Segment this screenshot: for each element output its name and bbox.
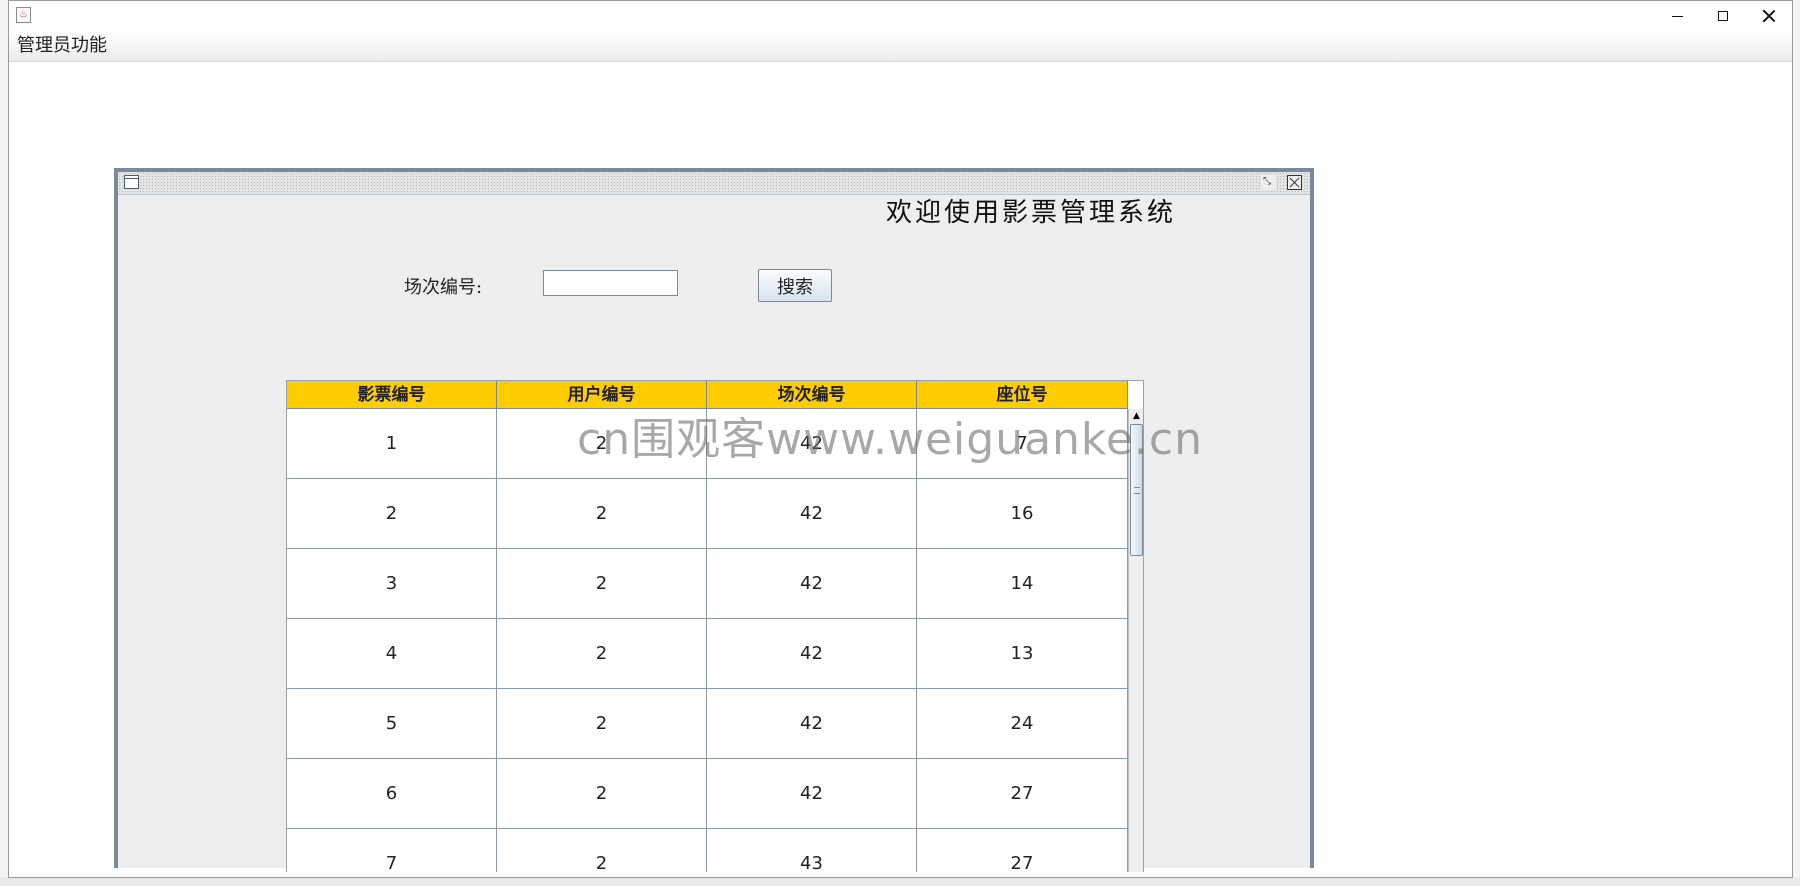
tickets-table: 影票编号 用户编号 场次编号 座位号 1 2 42 7 2 2 42 16 3 … xyxy=(286,380,1144,872)
cell-session-id[interactable]: 42 xyxy=(707,409,917,479)
minimize-button[interactable] xyxy=(1654,1,1700,31)
cell-session-id[interactable]: 42 xyxy=(707,689,917,759)
cell-user-id[interactable]: 2 xyxy=(497,549,707,619)
cell-session-id[interactable]: 42 xyxy=(707,759,917,829)
table-row[interactable]: 4 2 42 13 xyxy=(287,619,1128,689)
table-row[interactable]: 1 2 42 7 xyxy=(287,409,1128,479)
frame-restore-button[interactable]: ⤡ xyxy=(1261,175,1276,190)
table-row[interactable]: 3 2 42 14 xyxy=(287,549,1128,619)
cell-seat-number[interactable]: 27 xyxy=(917,829,1128,872)
cell-user-id[interactable]: 2 xyxy=(497,689,707,759)
table-header: 影票编号 用户编号 场次编号 座位号 xyxy=(287,381,1128,409)
column-header-user-id[interactable]: 用户编号 xyxy=(497,381,707,409)
taskbar-strip xyxy=(0,877,1800,886)
close-icon xyxy=(1762,9,1776,23)
cell-session-id[interactable]: 43 xyxy=(707,829,917,872)
maximize-icon xyxy=(1718,11,1728,21)
cell-user-id[interactable]: 2 xyxy=(497,829,707,872)
minimize-icon xyxy=(1671,15,1683,17)
column-header-session-id[interactable]: 场次编号 xyxy=(707,381,917,409)
session-id-label: 场次编号: xyxy=(404,277,483,298)
background-window-strip-right xyxy=(1792,0,1800,886)
menu-bar: 管理员功能 xyxy=(9,31,1792,62)
cell-seat-number[interactable]: 24 xyxy=(917,689,1128,759)
cell-user-id[interactable]: 2 xyxy=(497,619,707,689)
search-button[interactable]: 搜索 xyxy=(758,269,832,302)
scrollbar-grip-icon xyxy=(1134,487,1140,494)
cell-seat-number[interactable]: 27 xyxy=(917,759,1128,829)
title-bar[interactable]: ♨ xyxy=(9,1,1792,31)
cell-ticket-id[interactable]: 3 xyxy=(287,549,497,619)
table-body: 1 2 42 7 2 2 42 16 3 2 42 14 4 2 42 13 5… xyxy=(287,409,1128,872)
cell-session-id[interactable]: 42 xyxy=(707,479,917,549)
desktop-pane: ⤡ 欢迎使用影票管理系统 场次编号: 搜索 影票编号 用户编号 场次编号 座位号 xyxy=(9,67,1777,872)
table-row[interactable]: 5 2 42 24 xyxy=(287,689,1128,759)
maximize-button[interactable] xyxy=(1700,1,1746,31)
column-header-seat-number[interactable]: 座位号 xyxy=(917,381,1128,409)
cell-ticket-id[interactable]: 2 xyxy=(287,479,497,549)
table-vertical-scrollbar[interactable]: ▲ xyxy=(1128,409,1143,872)
cell-ticket-id[interactable]: 5 xyxy=(287,689,497,759)
close-button[interactable] xyxy=(1746,1,1792,31)
scroll-up-arrow-icon[interactable]: ▲ xyxy=(1129,409,1143,423)
cell-seat-number[interactable]: 7 xyxy=(917,409,1128,479)
frame-close-icon xyxy=(1288,176,1301,189)
cell-ticket-id[interactable]: 7 xyxy=(287,829,497,872)
cell-user-id[interactable]: 2 xyxy=(497,409,707,479)
cell-seat-number[interactable]: 13 xyxy=(917,619,1128,689)
frame-icon[interactable] xyxy=(124,175,139,189)
table-row[interactable]: 7 2 43 27 xyxy=(287,829,1128,872)
welcome-title: 欢迎使用影票管理系统 xyxy=(886,198,1177,228)
cell-session-id[interactable]: 42 xyxy=(707,549,917,619)
cell-user-id[interactable]: 2 xyxy=(497,479,707,549)
table-row[interactable]: 6 2 42 27 xyxy=(287,759,1128,829)
cell-ticket-id[interactable]: 4 xyxy=(287,619,497,689)
cell-user-id[interactable]: 2 xyxy=(497,759,707,829)
cell-ticket-id[interactable]: 6 xyxy=(287,759,497,829)
scrollbar-thumb[interactable] xyxy=(1130,424,1143,556)
cell-session-id[interactable]: 42 xyxy=(707,619,917,689)
menu-admin-functions[interactable]: 管理员功能 xyxy=(15,34,109,58)
column-header-ticket-id[interactable]: 影票编号 xyxy=(287,381,497,409)
cell-seat-number[interactable]: 14 xyxy=(917,549,1128,619)
frame-restore-icon: ⤡ xyxy=(1263,176,1271,187)
cell-seat-number[interactable]: 16 xyxy=(917,479,1128,549)
cell-ticket-id[interactable]: 1 xyxy=(287,409,497,479)
java-app-icon: ♨ xyxy=(16,7,31,23)
main-window: ♨ 管理员功能 ⤡ 欢迎使用影票管理系统 场次编号: 搜索 影票编号 用户编号 … xyxy=(8,0,1793,878)
table-row[interactable]: 2 2 42 16 xyxy=(287,479,1128,549)
frame-close-button[interactable] xyxy=(1287,175,1302,190)
session-id-input[interactable] xyxy=(543,270,678,296)
internal-frame: ⤡ 欢迎使用影票管理系统 场次编号: 搜索 影票编号 用户编号 场次编号 座位号 xyxy=(114,168,1314,872)
